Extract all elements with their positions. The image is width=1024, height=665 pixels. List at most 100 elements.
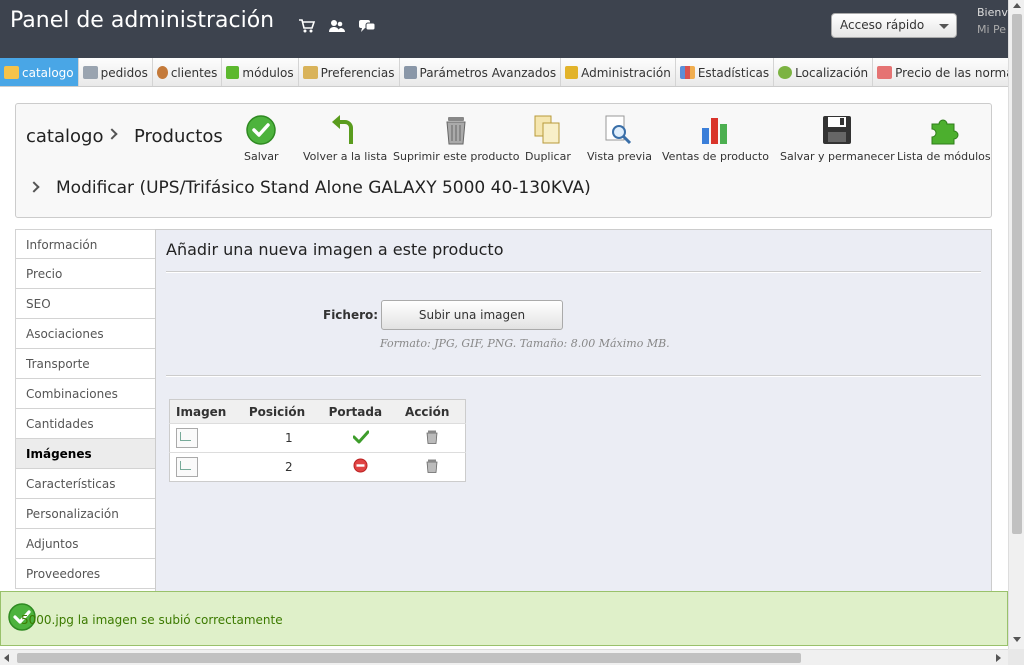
globe-icon [778,66,793,79]
tab-seo[interactable]: SEO [15,289,156,319]
trash-icon [446,117,466,145]
menu-item-catalogo[interactable]: catalogo [0,58,79,86]
menu-item-precio-normas[interactable]: Precio de las norma [873,58,1008,86]
menu-item-localizacion[interactable]: Localización [774,58,874,86]
modules-label: Lista de módulos [897,150,991,163]
tab-combinaciones[interactable]: Combinaciones [15,379,156,409]
breadcrumb-productos[interactable]: Productos [134,126,223,147]
floppy-disk-icon [823,116,852,144]
chevron-right-icon [106,128,118,140]
tab-imagenes[interactable]: Imágenes [15,439,156,469]
upload-image-button[interactable]: Subir una imagen [381,300,563,330]
images-panel: Añadir una nueva imagen a este producto … [155,229,992,609]
puzzle-icon [931,119,959,145]
image-cell [169,452,243,482]
my-profile-link[interactable]: Mi Pe [977,21,1008,38]
preview-button[interactable]: Vista previa [587,114,652,163]
magnifier-icon [605,115,632,145]
product-tabs: Información Precio SEO Asociaciones Tran… [15,229,156,589]
preview-label: Vista previa [587,150,652,163]
trash-icon[interactable] [426,430,438,444]
images-table: Imagen Posición Portada Acción 1 2 [169,399,466,482]
menu-item-pedidos[interactable]: pedidos [79,58,153,86]
key-icon [565,66,579,79]
vertical-scrollbar[interactable] [1008,0,1024,649]
delete-product-button[interactable]: Suprimir este producto [393,114,519,163]
scroll-left-icon[interactable] [4,654,9,662]
duplicate-icon [534,115,560,144]
broken-image-thumbnail[interactable] [176,428,198,448]
action-cell [399,452,466,482]
tab-asociaciones[interactable]: Asociaciones [15,319,156,349]
wrench-icon [403,66,417,79]
divider [166,375,981,377]
table-row: 1 [169,423,466,453]
users-icon[interactable] [328,18,346,34]
delete-label: Suprimir este producto [393,150,520,163]
breadcrumb-catalogo[interactable]: catalogo [26,126,103,147]
forbidden-icon[interactable] [353,458,368,473]
image-cell [169,423,243,453]
success-message: 5000.jpg la imagen se subió correctament… [21,613,283,627]
app-title: Panel de administración [10,8,275,33]
scroll-up-icon[interactable] [1013,3,1021,8]
welcome-text: Bienv Mi Pe [977,4,1008,38]
tab-transporte[interactable]: Transporte [15,349,156,379]
menu-item-modulos[interactable]: módulos [222,58,299,86]
trash-icon[interactable] [426,459,438,473]
tab-precio[interactable]: Precio [15,259,156,289]
menu-item-label: catalogo [22,65,74,80]
quick-access-label: Acceso rápido [840,18,925,32]
broken-image-thumbnail[interactable] [176,457,198,477]
chat-icon[interactable] [358,18,376,34]
column-header-cover: Portada [322,399,400,424]
welcome-line: Bienv [977,6,1008,19]
check-icon[interactable] [352,430,370,444]
tab-caracteristicas[interactable]: Características [15,469,156,499]
file-label: Fichero: [323,308,379,322]
menu-item-administracion[interactable]: Administración [561,58,676,86]
back-to-list-button[interactable]: Volver a la lista [303,114,387,163]
menu-item-clientes[interactable]: clientes [153,58,223,86]
menu-item-label: clientes [170,65,218,80]
menu-item-parametros-avanzados[interactable]: Parámetros Avanzados [400,58,562,86]
column-header-position: Posición [242,399,323,424]
menu-item-label: Preferencias [320,65,395,80]
top-header: Panel de administración Acceso rápido Bi… [0,0,1008,58]
scroll-down-icon[interactable] [1013,637,1021,642]
horizontal-scrollbar[interactable] [0,649,1008,665]
toolbar-panel: catalogo Productos Salvar Volver a la li… [15,103,992,218]
save-button[interactable]: Salvar [244,114,279,163]
menu-item-label: Parámetros Avanzados [419,65,557,80]
quick-access-select[interactable]: Acceso rápido [831,13,957,38]
chevron-down-icon [939,24,949,29]
back-arrow-icon [332,115,354,144]
price-icon [877,66,893,79]
tab-cantidades[interactable]: Cantidades [15,409,156,439]
vertical-scroll-thumb[interactable] [1012,14,1022,534]
scrollbar-corner [1008,649,1024,665]
folder-icon [4,66,19,79]
horizontal-scroll-thumb[interactable] [17,653,801,663]
edit-product-title: Modificar (UPS/Trifásico Stand Alone GAL… [56,178,591,198]
modules-list-button[interactable]: Lista de módulos [897,114,991,163]
cart-icon[interactable] [298,18,316,34]
scroll-right-icon[interactable] [996,654,1001,662]
tab-personalizacion[interactable]: Personalización [15,499,156,529]
menu-item-label: módulos [242,65,294,80]
cover-cell [322,452,400,482]
menu-item-label: Localización [795,65,869,80]
product-sales-button[interactable]: Ventas de producto [662,114,769,163]
tab-proveedores[interactable]: Proveedores [15,559,156,589]
duplicate-button[interactable]: Duplicar [525,114,571,163]
header-icons [298,18,376,34]
tab-adjuntos[interactable]: Adjuntos [15,529,156,559]
bar-chart-icon [679,66,695,79]
chevron-right-icon [28,181,40,193]
bar-chart-icon [702,118,728,144]
menu-item-preferencias[interactable]: Preferencias [299,58,400,86]
save-and-stay-button[interactable]: Salvar y permanecer [780,114,895,163]
menu-item-estadisticas[interactable]: Estadísticas [676,58,775,86]
success-notification: 5000.jpg la imagen se subió correctament… [0,591,1008,646]
tab-informacion[interactable]: Información [15,229,156,259]
